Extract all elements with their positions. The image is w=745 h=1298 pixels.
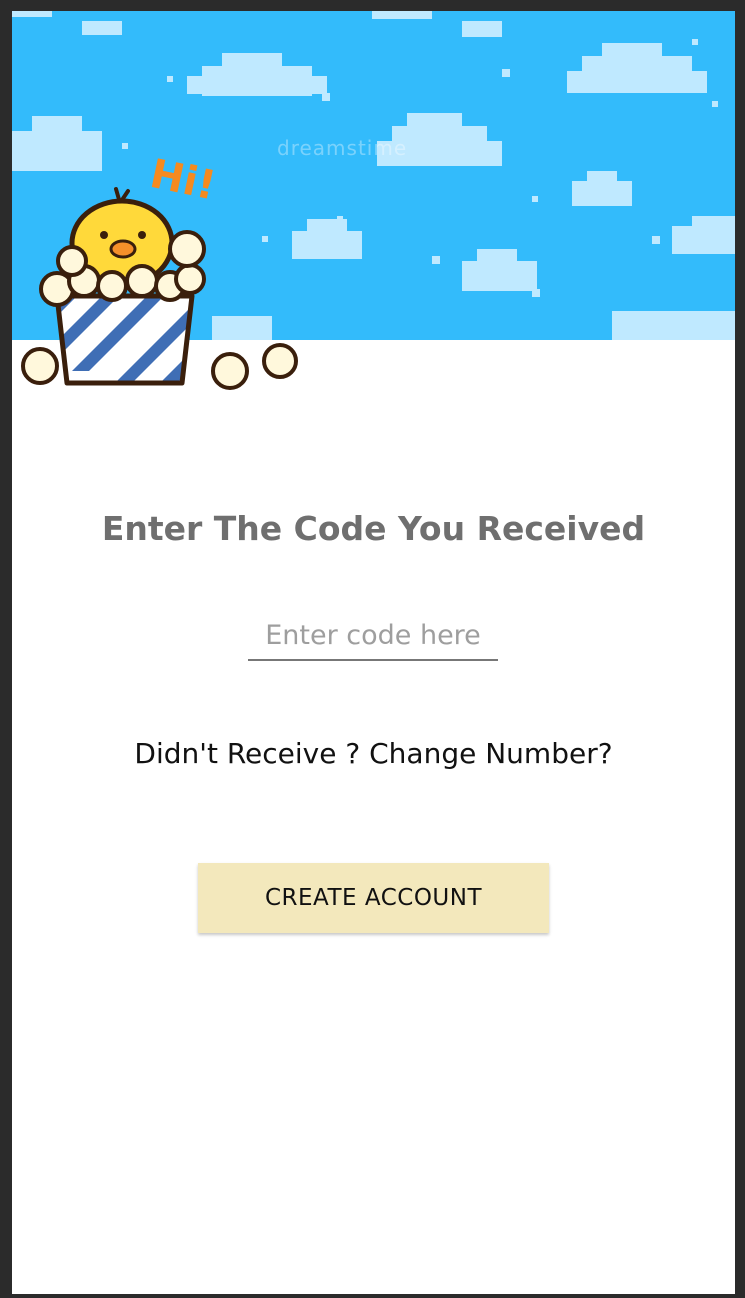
app-screen: dreamstime Hi! Enter The Code You Receiv… [12,11,735,1294]
code-input[interactable] [248,611,498,661]
greeting-text: Hi! [146,151,220,210]
create-account-button[interactable]: CREATE ACCOUNT [198,863,549,933]
change-number-link[interactable]: Didn't Receive ? Change Number? [12,737,735,770]
page-title: Enter The Code You Received [101,509,646,548]
chick-popcorn-mascot-icon: Hi! [21,151,298,390]
